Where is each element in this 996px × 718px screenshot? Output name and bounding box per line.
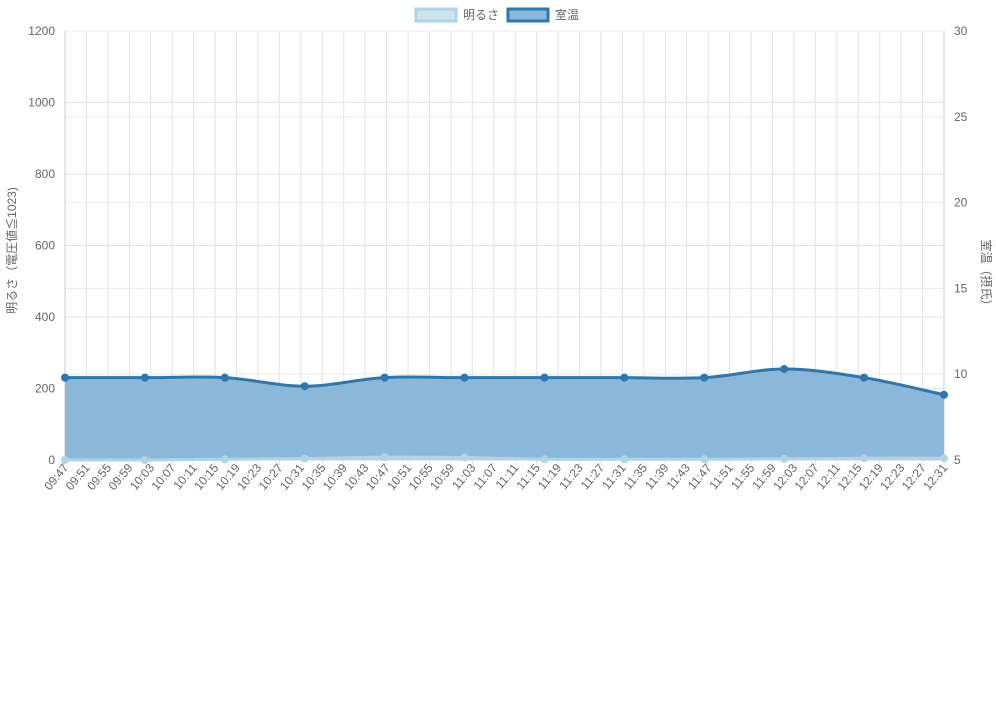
y-right-tick-label: 15 [954,281,968,295]
series-point-1[interactable] [460,373,469,382]
x-tick-label: 10:59 [427,461,457,493]
legend-swatch-1[interactable] [506,7,550,23]
y-left-tick-label: 800 [35,167,55,181]
series-point-0[interactable] [700,455,709,464]
y-right-tick-label: 25 [954,110,968,124]
chart-container: 0 200 400 600 800 1000 1200 5 10 15 20 25 30 09:47 09:… [0,0,996,718]
series-point-0[interactable] [540,455,549,464]
y-left-tick-label: 200 [35,382,55,396]
series-point-0[interactable] [300,454,309,463]
series-point-0[interactable] [61,456,69,464]
series-point-1[interactable] [780,365,789,374]
series-point-0[interactable] [940,454,948,463]
legend-label-0[interactable]: 明るさ [463,8,499,22]
y-right-tick-label: 5 [954,453,961,467]
y-left-tick-label: 0 [48,453,55,467]
series-point-1[interactable] [860,373,869,382]
series-point-1[interactable] [220,373,229,382]
y-left-tick-label: 400 [35,310,55,324]
series-point-1[interactable] [620,373,629,382]
series-point-1[interactable] [380,373,389,382]
series-point-0[interactable] [860,454,869,463]
y-right-tick-label: 20 [954,196,968,210]
series-area-1 [65,369,944,460]
y-left-tick-label: 1000 [28,96,55,110]
x-tick-label: 10:07 [148,461,178,493]
series-point-0[interactable] [620,455,629,464]
y-right-axis-title: 室温（摂氏） [979,239,994,311]
y-left-axis-title: 明るさ（電圧値≦1023) [4,187,19,314]
series-point-0[interactable] [380,453,389,462]
y-right-tick-label: 30 [954,24,968,38]
legend-swatch-0[interactable] [414,7,458,23]
y-left-tick-label: 600 [35,239,55,253]
series-point-0[interactable] [140,456,149,464]
series-point-1[interactable] [540,373,549,382]
x-tick-label: 12:31 [920,461,950,493]
series-point-0[interactable] [460,453,469,462]
series-point-0[interactable] [220,455,229,464]
series-point-0[interactable] [780,454,789,463]
series-point-1[interactable] [61,373,69,382]
series-point-1[interactable] [700,373,709,382]
series-point-1[interactable] [300,382,309,391]
series-point-1[interactable] [140,373,149,382]
series-point-1[interactable] [940,390,948,399]
y-left-tick-label: 1200 [28,24,55,38]
x-tick-label: 11:07 [471,461,501,493]
y-right-tick-label: 10 [954,367,968,381]
legend-label-1[interactable]: 室温 [555,7,579,22]
chart-svg: 0200400600800100012005101520253009:4709:… [4,7,994,493]
x-tick-label: 12:07 [792,461,822,493]
